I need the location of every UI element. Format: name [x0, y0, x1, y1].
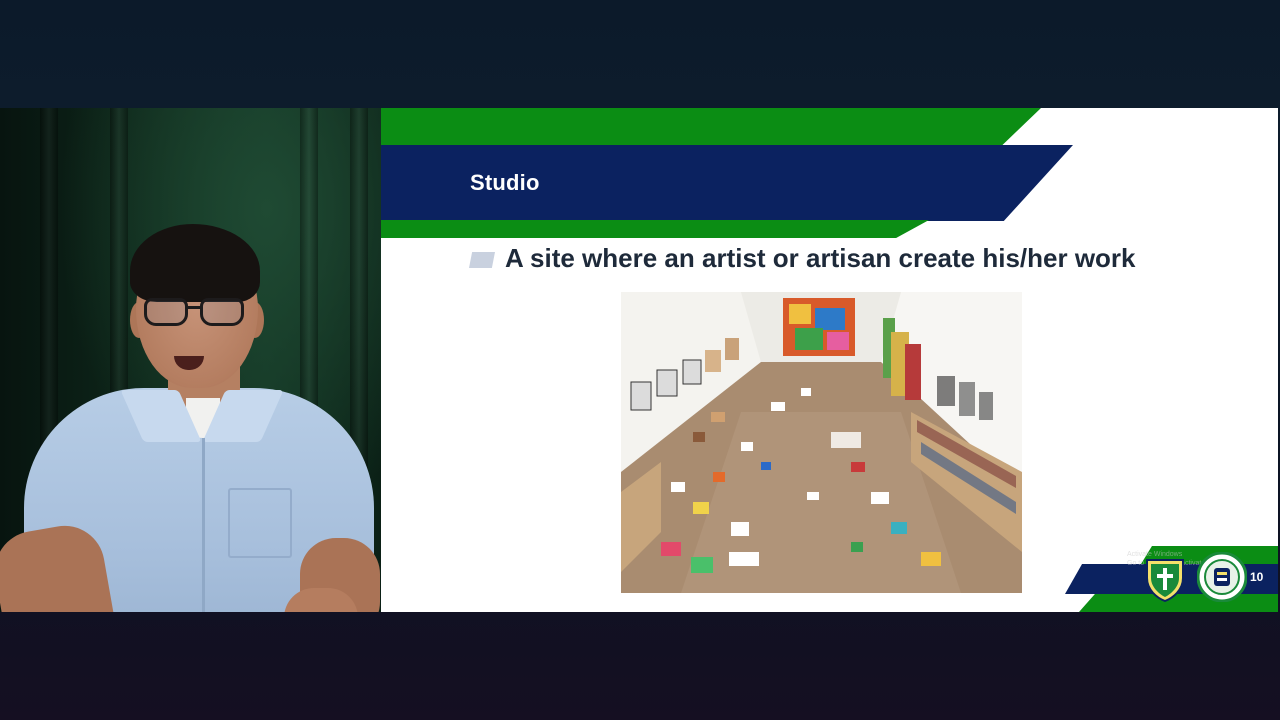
slide-title: Studio: [470, 170, 540, 195]
presentation-slide: Studio A site where an artist or artisan…: [381, 108, 1278, 612]
studio-photo: [621, 292, 1022, 593]
header-green-band: [381, 108, 1041, 146]
presenter-hair: [130, 224, 260, 302]
studio-photo-drawing: [621, 292, 1022, 593]
bullet-text: A site where an artist or artisan create…: [505, 243, 1136, 273]
school-seal-logo-icon: [1196, 551, 1248, 603]
shirt-placket: [202, 438, 205, 612]
school-shield-logo-icon: [1143, 554, 1187, 603]
bullet-icon: [469, 252, 495, 268]
presenter-glasses: [140, 294, 254, 330]
header-green-band-lower: [381, 220, 929, 238]
presenter-webcam: [0, 108, 381, 612]
glasses-lens-right: [200, 298, 244, 326]
glasses-lens-left: [144, 298, 188, 326]
shirt-pocket: [228, 488, 292, 558]
slide-number: 10: [1250, 570, 1264, 584]
